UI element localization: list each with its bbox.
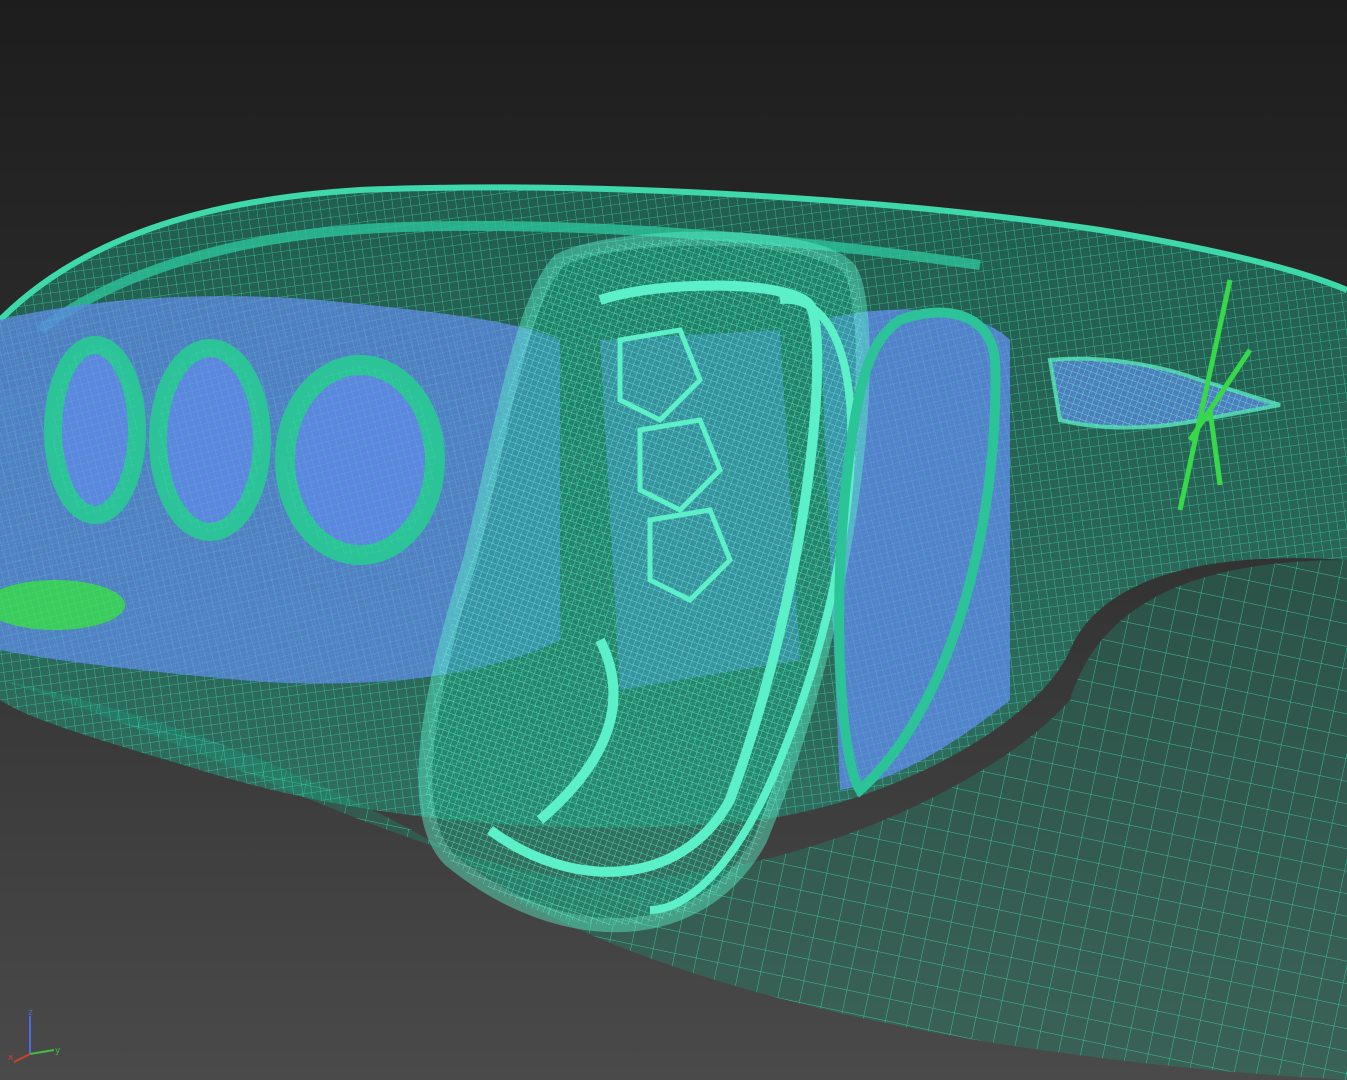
axis-gizmo: z y x	[8, 1008, 61, 1063]
y-axis-line	[29, 1049, 55, 1055]
x-axis-label: x	[8, 1053, 14, 1063]
y-axis-label: y	[55, 1046, 61, 1056]
3d-viewport[interactable]: z y x	[0, 0, 1347, 1080]
x-axis-line	[13, 1053, 31, 1063]
wireframe-scene[interactable]	[0, 0, 1347, 1080]
z-axis-label: z	[28, 1008, 33, 1018]
